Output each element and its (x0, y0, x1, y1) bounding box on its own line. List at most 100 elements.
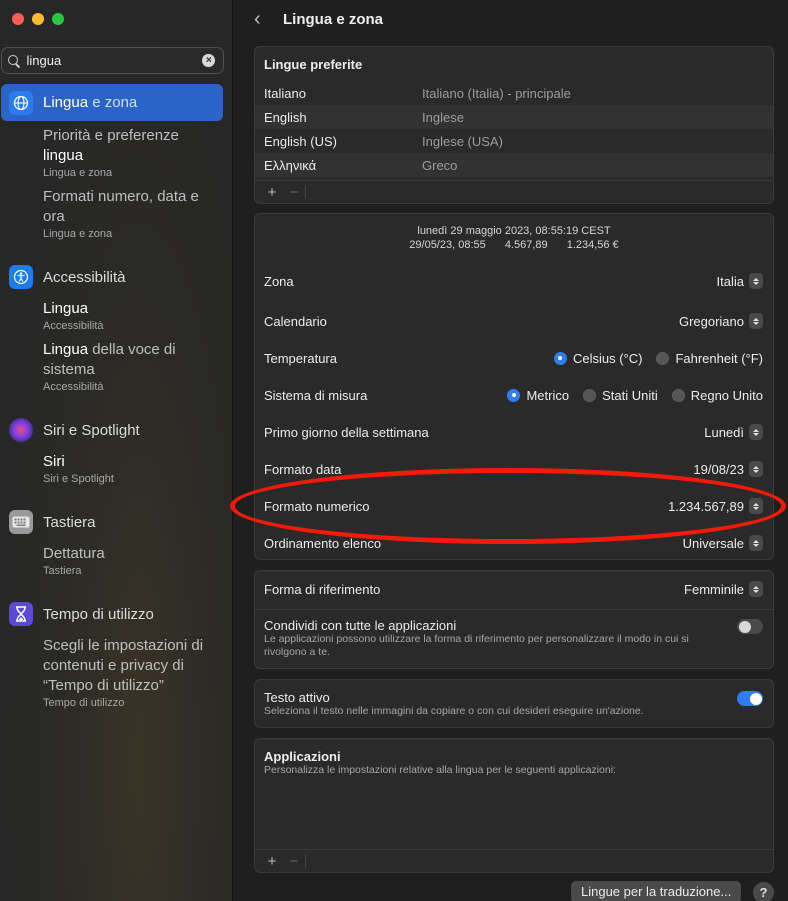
zoom-window-button[interactable] (52, 13, 64, 25)
zona-label: Zona (264, 273, 294, 289)
chevron-left-icon[interactable]: ‹ (254, 9, 270, 29)
keyboard-icon (9, 510, 33, 534)
list-item[interactable]: Ελληνικά Greco (255, 153, 773, 177)
radio-label: Stati Uniti (602, 387, 658, 403)
result-caption: Siri e Spotlight (43, 473, 114, 485)
zona-popup[interactable]: Italia (717, 273, 763, 289)
list-item[interactable]: Italiano Italiano (Italia) - principale (255, 81, 773, 105)
translation-languages-button[interactable]: Lingue per la traduzione... (571, 881, 742, 901)
sidebar-item-siri-spotlight[interactable]: Siri e Spotlight (1, 416, 223, 444)
card-title: Lingue preferite (264, 57, 363, 72)
chevron-updown-icon (749, 498, 763, 514)
close-window-button[interactable] (12, 13, 24, 25)
search-result-formati[interactable]: Formati numero, data e ora Lingua e zona (43, 187, 218, 241)
result-title-highlight: lingua (43, 147, 84, 164)
language-desc: Inglese (USA) (422, 133, 503, 149)
temperatura-label: Temperatura (264, 350, 337, 366)
chevron-updown-icon (749, 313, 763, 329)
chevron-updown-icon (749, 581, 763, 597)
preview-currency: 1.234,56 € (566, 239, 619, 251)
chevron-updown-icon (749, 461, 763, 477)
stati-uniti-radio[interactable]: Stati Uniti (583, 388, 658, 403)
calendario-row: Calendario Gregoriano (255, 306, 773, 336)
radio-label: Celsius (°C) (572, 350, 643, 366)
fahrenheit-radio[interactable]: Fahrenheit (°F) (656, 351, 763, 366)
search-result-lingua-accessibilita[interactable]: Lingua Accessibilità (43, 299, 218, 333)
testo-attivo-title: Testo attivo (264, 690, 330, 705)
condividi-toggle[interactable] (737, 619, 763, 634)
metrico-radio[interactable]: Metrico (507, 388, 569, 403)
divider (255, 609, 773, 610)
riferimento-row: Forma di riferimento Femminile (255, 574, 773, 604)
condividi-text: Condividi con tutte le applicazioni Le a… (264, 618, 714, 659)
result-title-highlight: Siri (43, 453, 65, 470)
search-field[interactable]: × (1, 47, 224, 74)
result-caption: Tastiera (43, 565, 82, 577)
formato-numerico-popup[interactable]: 1.234.567,89 (668, 498, 763, 514)
radio-label: Fahrenheit (°F) (675, 350, 763, 366)
list-item[interactable]: English Inglese (255, 105, 773, 129)
card-title: Applicazioni (264, 749, 341, 764)
clear-icon[interactable]: × (202, 54, 215, 67)
search-result-dettatura[interactable]: Dettatura Tastiera (43, 544, 218, 578)
remove-app-button[interactable]: − (283, 853, 305, 870)
calendario-value: Gregoriano (678, 313, 744, 329)
testo-attivo-toggle[interactable] (737, 691, 763, 706)
sidebar-item-lingua-e-zona[interactable]: Lingua e zona (1, 84, 223, 121)
divider (305, 854, 306, 868)
riferimento-card: Forma di riferimento Femminile Condividi… (254, 570, 774, 669)
search-result-lingua-voce[interactable]: Lingua della voce di sistema Accessibili… (43, 340, 218, 394)
language-name: English (264, 109, 307, 125)
testo-attivo-desc: Seleziona il testo nelle immagini da cop… (264, 705, 644, 717)
ordinamento-popup[interactable]: Universale (683, 535, 763, 551)
formato-data-row: Formato data 19/08/23 (255, 454, 773, 484)
result-caption: Tempo di utilizzo (43, 697, 125, 709)
chevron-updown-icon (749, 424, 763, 440)
result-title: Scegli le impostazioni di contenuti e pr… (43, 637, 204, 694)
add-language-button[interactable]: + (261, 184, 283, 201)
language-desc: Greco (422, 157, 458, 173)
radio-label: Metrico (526, 387, 570, 403)
minimize-window-button[interactable] (32, 13, 44, 25)
sidebar-item-accessibilita[interactable]: Accessibilità (1, 263, 223, 291)
radio-selected-icon (507, 388, 521, 402)
language-desc: Italiano (Italia) - principale (422, 85, 571, 101)
celsius-radio[interactable]: Celsius (°C) (553, 350, 643, 366)
search-result-priorita-lingua[interactable]: Priorità e preferenze lingua Lingua e zon… (43, 126, 218, 180)
sidebar-item-label: Tempo di utilizzo (43, 605, 154, 623)
language-name: Italiano (264, 85, 306, 101)
search-result-siri[interactable]: Siri Siri e Spotlight (43, 452, 218, 486)
list-controls: + − (255, 849, 773, 872)
formato-data-value: 19/08/23 (693, 461, 744, 477)
list-item[interactable]: English (US) Inglese (USA) (255, 129, 773, 153)
primo-giorno-value: Lunedì (704, 424, 744, 440)
preview-long-date: lunedì 29 maggio 2023, 08:55:19 CEST (417, 225, 611, 237)
applicazioni-desc: Personalizza le impostazioni relative al… (264, 764, 616, 776)
window-controls (12, 13, 64, 25)
radio-icon (656, 351, 670, 365)
search-input[interactable] (26, 53, 203, 68)
radio-icon (671, 388, 685, 402)
format-preview: lunedì 29 maggio 2023, 08:55:19 CEST 29/… (255, 224, 773, 252)
regno-unito-radio[interactable]: Regno Unito (671, 388, 763, 403)
list-controls: + − (255, 180, 773, 203)
formato-data-popup[interactable]: 19/08/23 (693, 461, 763, 477)
search-result-tempo-utilizzo[interactable]: Scegli le impostazioni di contenuti e pr… (43, 636, 218, 710)
misura-label: Sistema di misura (264, 387, 368, 403)
riferimento-popup[interactable]: Femminile (684, 581, 763, 597)
riferimento-value: Femminile (684, 581, 744, 597)
divider (305, 185, 306, 199)
sidebar-item-tastiera[interactable]: Tastiera (1, 508, 223, 536)
testo-attivo-text: Testo attivo Seleziona il testo nelle im… (264, 690, 714, 718)
help-button[interactable]: ? (753, 882, 774, 901)
formato-numerico-label: Formato numerico (264, 498, 370, 514)
remove-language-button[interactable]: − (283, 184, 305, 201)
language-list: Italiano Italiano (Italia) - principale … (255, 81, 773, 177)
add-app-button[interactable]: + (261, 853, 283, 870)
sidebar-item-tempo-utilizzo[interactable]: Tempo di utilizzo (1, 600, 223, 628)
ordinamento-value: Universale (682, 535, 744, 551)
calendario-popup[interactable]: Gregoriano (679, 313, 763, 329)
main-pane: ‹ Lingua e zona Lingue preferite Italian… (234, 0, 788, 901)
result-title: Priorità e preferenze (43, 127, 179, 144)
primo-giorno-popup[interactable]: Lunedì (704, 424, 763, 440)
